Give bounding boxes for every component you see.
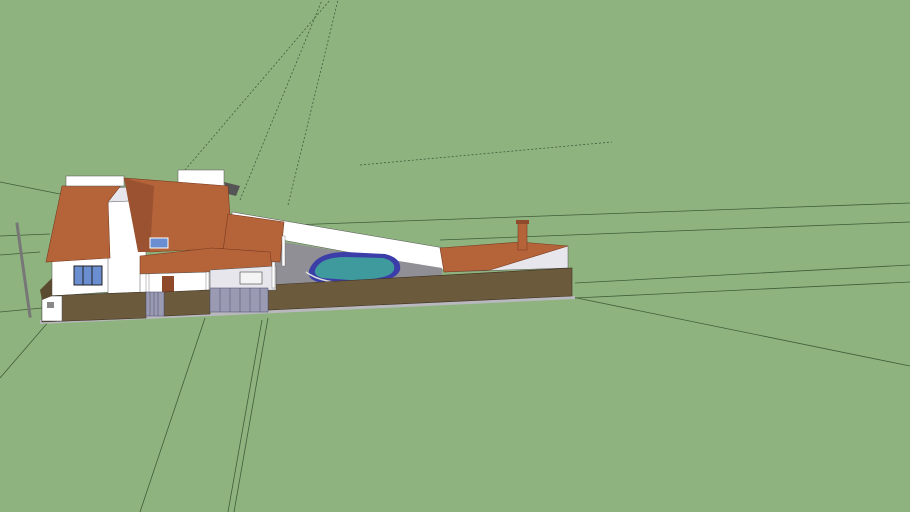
column <box>281 235 286 267</box>
house-window <box>73 265 103 286</box>
garage-gate <box>209 287 269 313</box>
door <box>162 276 174 292</box>
skylight <box>149 237 169 249</box>
model-viewport[interactable] <box>0 0 910 512</box>
column <box>205 271 210 293</box>
front-gate <box>145 291 165 317</box>
gate-post-window <box>47 302 54 308</box>
front-stone-wall-mid <box>163 289 211 317</box>
chimney <box>517 221 528 251</box>
garage-car <box>239 271 263 285</box>
column <box>145 273 150 295</box>
chimney-cap <box>516 220 529 224</box>
column <box>271 261 276 289</box>
parapet <box>65 175 125 187</box>
gate-post <box>41 295 63 322</box>
